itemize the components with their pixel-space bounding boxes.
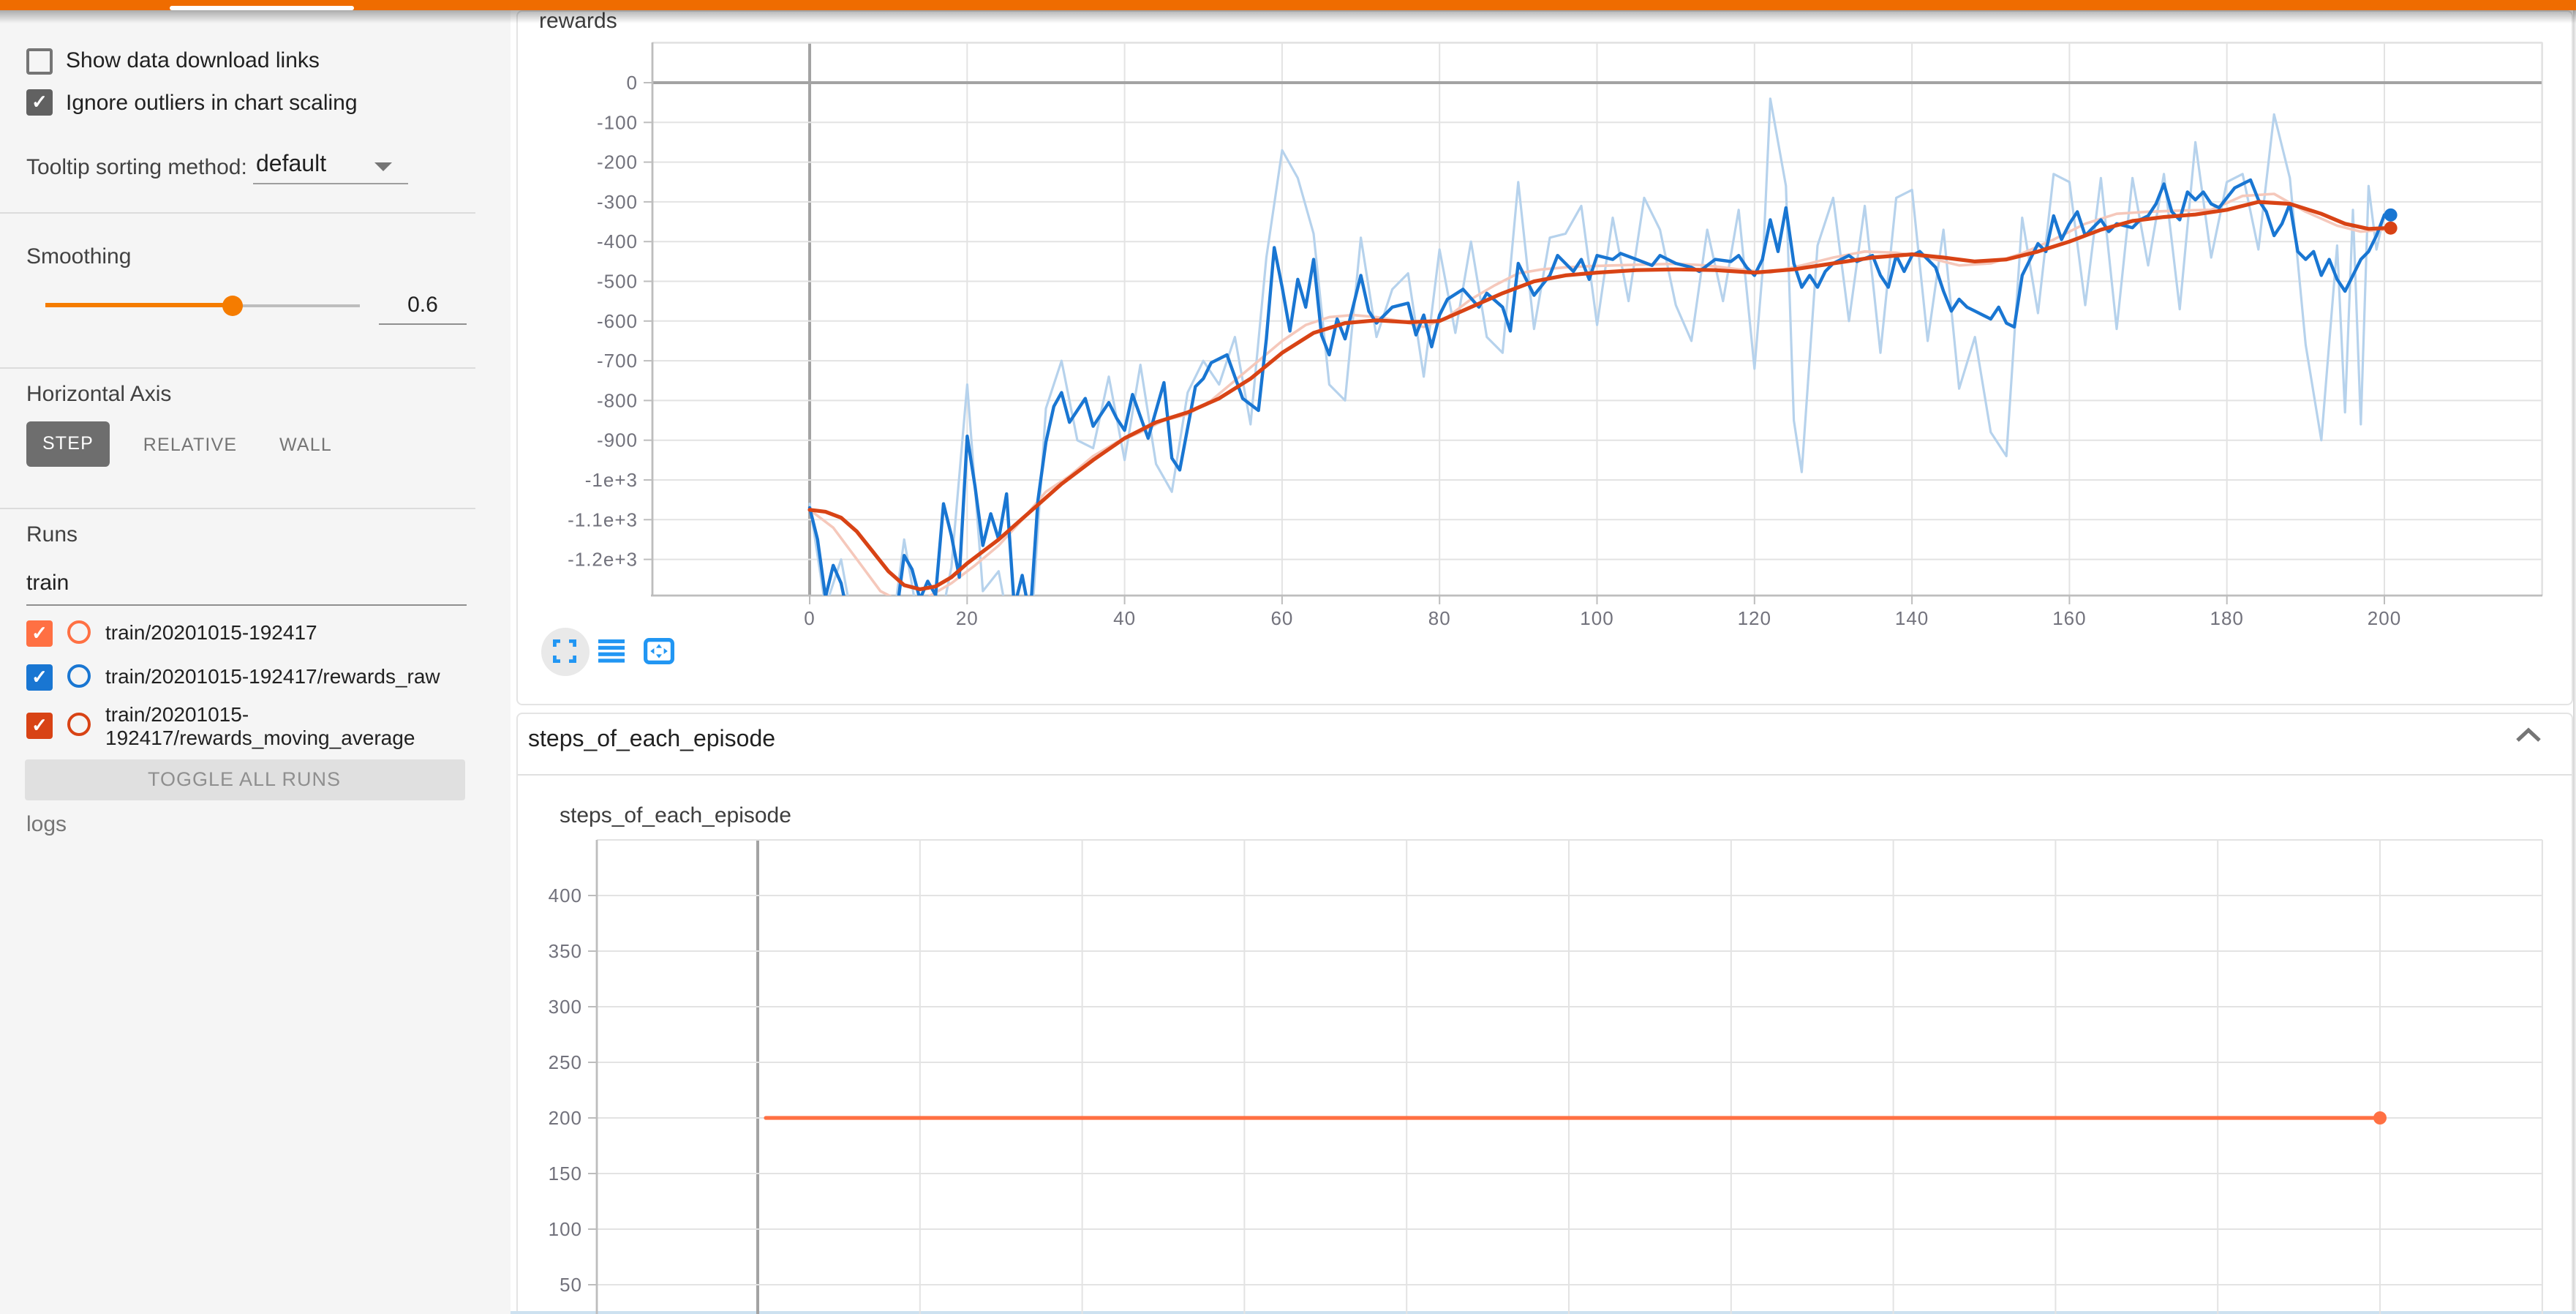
steps-chart-title: steps_of_each_episode bbox=[560, 803, 791, 828]
svg-text:200: 200 bbox=[2368, 607, 2401, 628]
svg-text:-600: -600 bbox=[597, 309, 638, 331]
svg-text:250: 250 bbox=[549, 1051, 582, 1073]
svg-text:-1.2e+3: -1.2e+3 bbox=[568, 548, 638, 570]
tensorboard-page: Show data download links ✓ Ignore outlie… bbox=[0, 0, 2576, 1314]
toggle-all-runs-button[interactable]: TOGGLE ALL RUNS bbox=[24, 759, 464, 800]
smoothing-value-underline bbox=[379, 323, 467, 324]
runs-filter-underline bbox=[26, 604, 467, 606]
svg-text:80: 80 bbox=[1428, 607, 1451, 628]
steps-line-chart[interactable]: 40035030025020015010050 bbox=[597, 840, 2542, 1314]
chevron-up-icon[interactable] bbox=[2515, 727, 2542, 743]
run-checkbox[interactable]: ✓ bbox=[26, 664, 53, 690]
smoothing-value-input[interactable]: 0.6 bbox=[379, 292, 467, 317]
axis-relative-button[interactable]: RELATIVE bbox=[139, 435, 241, 455]
run-checkbox[interactable]: ✓ bbox=[26, 713, 53, 739]
show-data-download-links-checkbox[interactable] bbox=[26, 48, 53, 74]
fullscreen-icon[interactable] bbox=[553, 639, 576, 663]
run-label: train/20201015-192417 bbox=[105, 622, 317, 645]
active-tab-underline bbox=[170, 5, 354, 10]
svg-text:-200: -200 bbox=[597, 151, 638, 173]
divider bbox=[0, 211, 475, 213]
run-isolate-radio[interactable] bbox=[67, 713, 91, 736]
svg-text:20: 20 bbox=[956, 607, 979, 628]
smoothing-label: Smoothing bbox=[26, 244, 131, 269]
svg-text:-1.1e+3: -1.1e+3 bbox=[568, 508, 638, 530]
app-header-bar bbox=[0, 0, 2576, 10]
svg-text:-900: -900 bbox=[597, 429, 638, 451]
tooltip-sorting-label: Tooltip sorting method: bbox=[26, 155, 247, 180]
runs-filter-input[interactable]: train bbox=[26, 571, 69, 596]
ignore-outliers-label: Ignore outliers in chart scaling bbox=[66, 90, 358, 115]
svg-text:160: 160 bbox=[2052, 607, 2086, 628]
svg-text:-100: -100 bbox=[597, 110, 638, 132]
runs-label: Runs bbox=[26, 522, 78, 547]
rewards-line-chart[interactable]: 0-100-200-300-400-500-600-700-800-900-1e… bbox=[652, 42, 2542, 595]
svg-text:150: 150 bbox=[549, 1163, 582, 1185]
svg-text:-400: -400 bbox=[597, 230, 638, 252]
tooltip-sorting-dropdown[interactable]: default bbox=[256, 152, 326, 179]
run-label: train/20201015-192417/rewards_raw bbox=[105, 665, 440, 688]
svg-text:-500: -500 bbox=[597, 270, 638, 292]
smoothing-slider-fill bbox=[45, 303, 233, 307]
steps-card-header bbox=[517, 713, 2571, 775]
run-checkbox[interactable]: ✓ bbox=[26, 620, 53, 647]
dropdown-arrow-icon[interactable] bbox=[374, 162, 392, 171]
svg-text:60: 60 bbox=[1270, 607, 1293, 628]
logs-label: logs bbox=[26, 811, 67, 836]
smoothing-slider-knob[interactable] bbox=[222, 295, 243, 315]
axis-wall-button[interactable]: WALL bbox=[268, 435, 344, 455]
svg-text:300: 300 bbox=[549, 996, 582, 1018]
dropdown-underline bbox=[252, 182, 407, 184]
ignore-outliers-checkbox[interactable]: ✓ bbox=[26, 89, 53, 116]
divider bbox=[0, 507, 475, 508]
svg-text:200: 200 bbox=[549, 1107, 582, 1129]
svg-text:120: 120 bbox=[1738, 607, 1771, 628]
svg-text:-800: -800 bbox=[597, 388, 638, 410]
header-shadow bbox=[0, 10, 2576, 23]
steps-section-title: steps_of_each_episode bbox=[528, 727, 775, 754]
svg-text:-1e+3: -1e+3 bbox=[585, 468, 638, 490]
horizontal-axis-label: Horizontal Axis bbox=[26, 382, 171, 407]
svg-text:180: 180 bbox=[2210, 607, 2244, 628]
run-label: train/20201015-192417/rewards_moving_ave… bbox=[105, 704, 477, 749]
svg-text:140: 140 bbox=[1895, 607, 1929, 628]
svg-text:350: 350 bbox=[549, 940, 582, 962]
divider bbox=[0, 367, 475, 368]
svg-text:100: 100 bbox=[549, 1218, 582, 1240]
svg-text:0: 0 bbox=[627, 71, 638, 93]
show-data-download-links-label: Show data download links bbox=[66, 48, 320, 73]
svg-text:50: 50 bbox=[560, 1274, 582, 1296]
svg-text:400: 400 bbox=[549, 885, 582, 906]
run-isolate-radio[interactable] bbox=[67, 620, 91, 644]
svg-text:0: 0 bbox=[804, 607, 815, 628]
axis-step-button[interactable]: STEP bbox=[26, 421, 110, 467]
fit-domain-icon[interactable] bbox=[644, 638, 674, 664]
svg-text:-300: -300 bbox=[597, 190, 638, 212]
run-isolate-radio[interactable] bbox=[67, 664, 91, 687]
vertical-scrollbar[interactable] bbox=[2572, 10, 2576, 1314]
settings-sidebar: Show data download links ✓ Ignore outlie… bbox=[0, 0, 511, 1314]
svg-text:-700: -700 bbox=[597, 349, 638, 371]
lines-icon[interactable] bbox=[598, 639, 625, 663]
svg-text:40: 40 bbox=[1113, 607, 1136, 628]
svg-text:100: 100 bbox=[1580, 607, 1613, 628]
